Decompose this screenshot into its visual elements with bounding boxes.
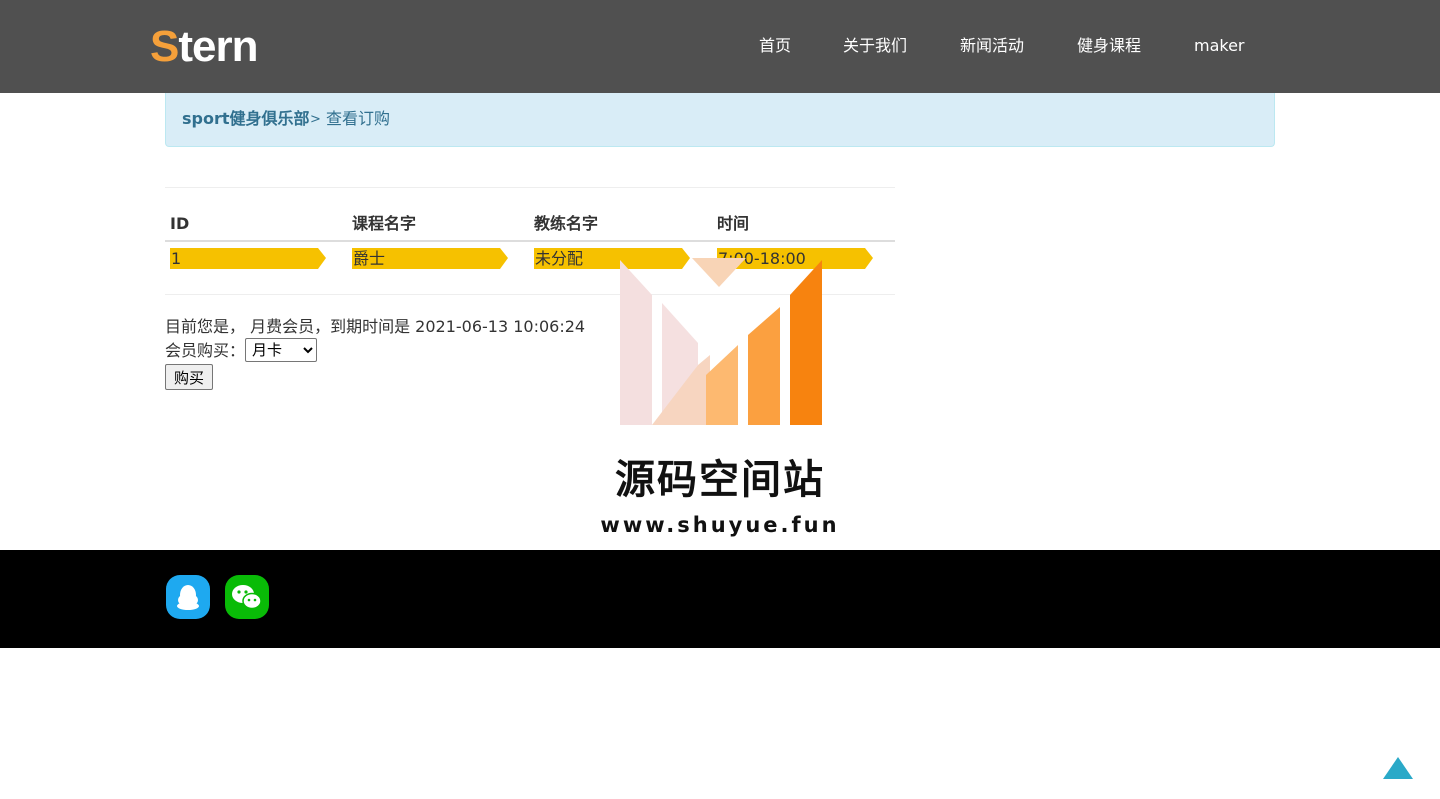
cell-tag-tip	[865, 248, 873, 269]
breadcrumb-current: 查看订购	[326, 109, 391, 128]
column-header-coach: 教练名字	[534, 214, 599, 233]
breadcrumb-separator: >	[310, 112, 321, 127]
membership-buy-label: 会员购买：	[165, 341, 246, 360]
nav-item-user[interactable]: maker	[1194, 36, 1245, 56]
breadcrumb: sport健身俱乐部 > 查看订购	[165, 93, 1275, 147]
cell-id: 1	[170, 248, 318, 269]
membership-type-select[interactable]: 月卡	[245, 338, 317, 362]
watermark-url: www.shuyue.fun	[600, 513, 840, 537]
watermark: 源码空间站 www.shuyue.fun	[600, 255, 840, 545]
column-header-id: ID	[170, 214, 190, 233]
table-header-divider	[165, 240, 895, 242]
cell-tag-tip	[500, 248, 508, 269]
site-logo[interactable]: Stern	[150, 22, 258, 72]
back-to-top-icon[interactable]	[1382, 755, 1414, 781]
column-header-course: 课程名字	[352, 214, 417, 233]
breadcrumb-home-link[interactable]: sport健身俱乐部	[182, 109, 310, 129]
watermark-title: 源码空间站	[615, 457, 825, 503]
membership-status: 目前您是， 月费会员，到期时间是 2021-06-13 10:06:24	[165, 317, 586, 336]
wechat-icon[interactable]	[225, 575, 269, 619]
nav-item-courses[interactable]: 健身课程	[1077, 36, 1141, 56]
top-navbar: Stern 首页 关于我们 新闻活动 健身课程 maker	[0, 0, 1440, 93]
nav-item-about[interactable]: 关于我们	[843, 36, 907, 56]
nav-item-news[interactable]: 新闻活动	[960, 36, 1024, 56]
qq-icon[interactable]	[166, 575, 210, 619]
logo-initial: S	[150, 22, 179, 71]
column-header-time: 时间	[717, 214, 750, 233]
watermark-logo-icon	[620, 258, 822, 425]
cell-tag-tip	[318, 248, 326, 269]
buy-button[interactable]: 购买	[165, 364, 213, 390]
footer	[0, 550, 1440, 648]
logo-text: tern	[178, 22, 258, 71]
nav-item-home[interactable]: 首页	[759, 36, 791, 56]
cell-course: 爵士	[352, 248, 500, 269]
